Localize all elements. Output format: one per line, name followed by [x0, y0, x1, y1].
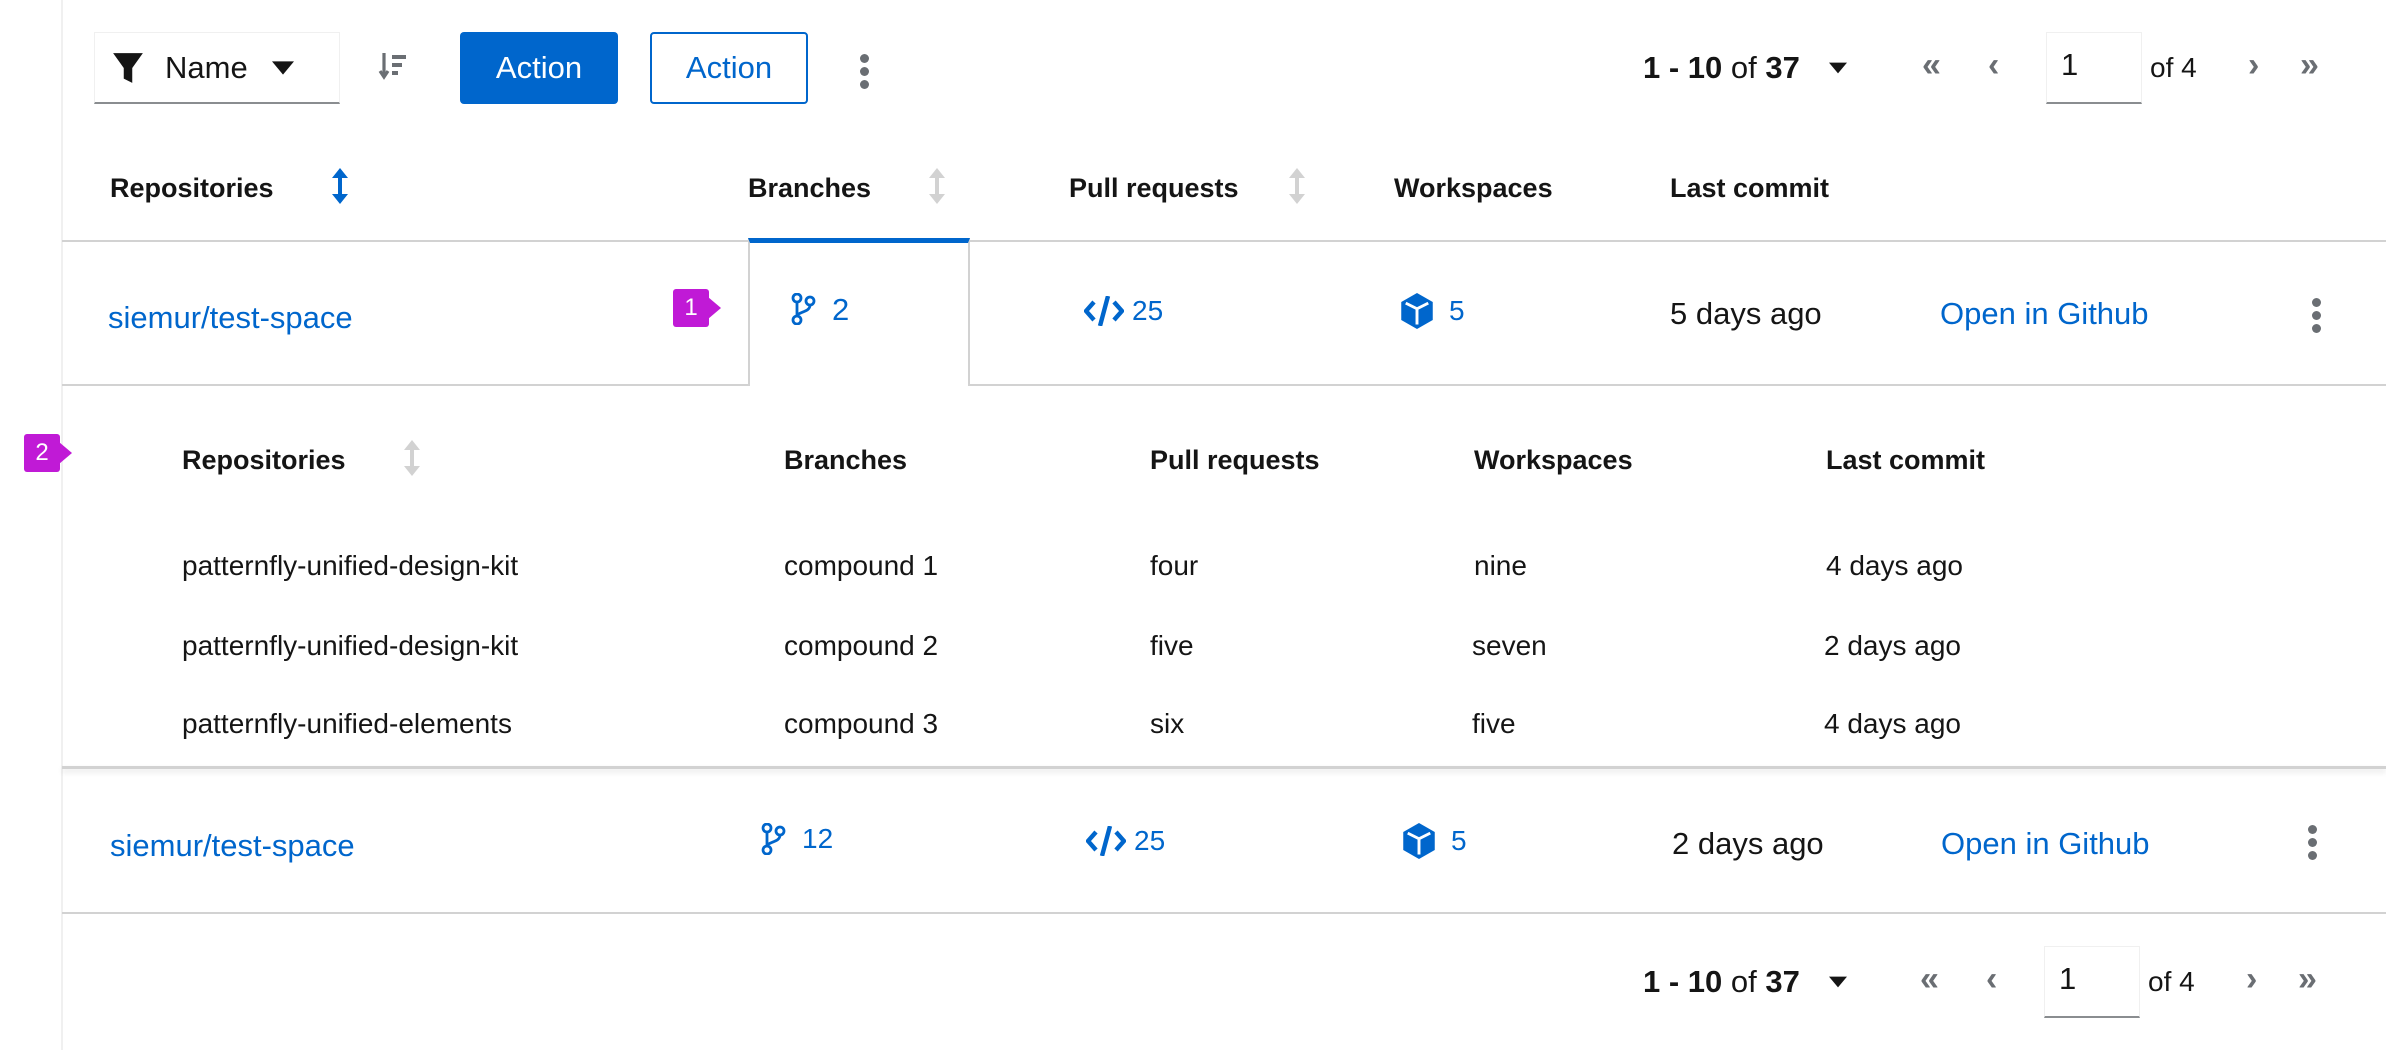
nested-cell: five [1150, 630, 1194, 661]
workspaces-toggle[interactable]: 5 [1401, 823, 1467, 859]
code-icon [1084, 296, 1124, 326]
code-branch-icon [761, 823, 786, 855]
nested-cell: 4 days ago [1824, 708, 1961, 739]
nested-cell: four [1150, 550, 1199, 581]
row-divider [62, 912, 2386, 914]
total-text: 37 [1765, 50, 1800, 85]
branches-count: 12 [802, 823, 834, 854]
nested-cell: 2 days ago [1824, 630, 1961, 661]
nested-header-last-commit: Last commit [1826, 445, 1986, 475]
per-page-caret-icon[interactable] [1829, 62, 1847, 74]
header-repositories[interactable]: Repositories [110, 175, 274, 202]
nested-cell: 4 days ago [1826, 550, 1963, 581]
repo-link[interactable]: siemur/test-space [110, 830, 355, 861]
nested-cell: five [1472, 708, 1516, 739]
pagination-bottom-range: 1 - 10 of 37 [1643, 966, 1800, 997]
page-input[interactable]: 1 [2046, 32, 2142, 104]
nested-header-workspaces: Workspaces [1474, 445, 1633, 475]
prev-page-icon[interactable]: ‹ [1988, 48, 1999, 82]
sort-icon[interactable] [404, 440, 420, 476]
pull-requests-toggle[interactable]: 25 [1084, 296, 1163, 326]
sort-icon[interactable] [929, 168, 945, 204]
expanded-bottom-divider [62, 766, 2386, 769]
nested-cell: compound 3 [784, 708, 939, 739]
header-last-commit: Last commit [1670, 173, 1830, 203]
first-page-icon[interactable]: « [1920, 962, 1939, 996]
workspaces-count: 5 [1449, 295, 1465, 326]
left-border [61, 0, 63, 1050]
filter-icon [113, 52, 143, 83]
pull-requests-count: 25 [1134, 825, 1166, 856]
header-pull-requests[interactable]: Pull requests [1069, 175, 1239, 202]
of-pages-text: of 4 [2148, 966, 2195, 997]
workspaces-toggle[interactable]: 5 [1399, 293, 1465, 329]
range-text: 1 - 10 [1643, 50, 1723, 85]
next-page-icon[interactable]: › [2248, 48, 2259, 82]
sort-icon[interactable] [378, 51, 410, 83]
pagination-top-range: 1 - 10 of 37 [1643, 52, 1800, 83]
row-divider [62, 384, 748, 386]
total-text: 37 [1765, 964, 1800, 999]
first-page-icon[interactable]: « [1922, 48, 1941, 82]
last-commit: 2 days ago [1672, 826, 1824, 861]
nested-cell: compound 2 [784, 630, 939, 661]
nested-header-branches: Branches [784, 445, 908, 475]
nested-cell: seven [1472, 630, 1547, 661]
open-in-github-link[interactable]: Open in Github [1940, 298, 2149, 329]
cube-icon [1403, 823, 1435, 859]
sort-active-icon[interactable] [332, 168, 348, 204]
annotation-badge-1: 1 [673, 289, 721, 327]
annotation-badge-2: 2 [24, 434, 72, 472]
header-branches[interactable]: Branches [748, 175, 871, 202]
row-divider [970, 384, 2386, 386]
header-divider [62, 240, 2386, 242]
nested-header-pull-requests: Pull requests [1150, 445, 1320, 475]
page-input[interactable]: 1 [2044, 946, 2140, 1018]
pull-requests-toggle[interactable]: 25 [1086, 826, 1165, 856]
expanded-cell [748, 238, 970, 386]
branches-toggle[interactable]: 12 [760, 823, 833, 855]
range-text: 1 - 10 [1643, 964, 1723, 999]
branches-count: 2 [832, 291, 850, 327]
next-page-icon[interactable]: › [2246, 962, 2257, 996]
nested-cell: patternfly-unified-elements [182, 708, 512, 739]
secondary-action-button[interactable]: Action [650, 32, 808, 104]
nested-cell: nine [1474, 550, 1527, 581]
of-pages-text: of 4 [2150, 52, 2197, 83]
workspaces-count: 5 [1451, 825, 1467, 856]
last-page-icon[interactable]: » [2298, 962, 2317, 996]
repo-link[interactable]: siemur/test-space [108, 302, 353, 333]
header-workspaces: Workspaces [1394, 173, 1553, 203]
of-text: of [1730, 964, 1757, 999]
filter-dropdown[interactable]: Name [94, 32, 340, 104]
branches-toggle[interactable]: 2 [790, 293, 849, 325]
of-text: of [1730, 50, 1757, 85]
primary-action-button[interactable]: Action [460, 32, 618, 104]
pull-requests-count: 25 [1132, 295, 1164, 326]
toolbar-kebab-icon[interactable] [859, 54, 869, 89]
caret-down-icon [271, 60, 294, 75]
nested-cell: six [1150, 708, 1185, 739]
nested-cell: patternfly-unified-design-kit [182, 630, 519, 661]
row-kebab-icon[interactable] [2311, 298, 2321, 333]
prev-page-icon[interactable]: ‹ [1986, 962, 1997, 996]
code-icon [1086, 826, 1126, 856]
row-kebab-icon[interactable] [2307, 825, 2317, 860]
nested-header-repositories[interactable]: Repositories [182, 447, 346, 474]
nested-cell: compound 1 [784, 550, 939, 581]
open-in-github-link[interactable]: Open in Github [1941, 828, 2150, 859]
code-branch-icon [791, 293, 816, 325]
last-page-icon[interactable]: » [2300, 48, 2319, 82]
nested-cell: patternfly-unified-design-kit [182, 550, 519, 581]
per-page-caret-icon[interactable] [1829, 976, 1847, 988]
last-commit: 5 days ago [1670, 296, 1822, 331]
cube-icon [1401, 293, 1433, 329]
sort-icon[interactable] [1289, 168, 1305, 204]
filter-label: Name [165, 50, 248, 85]
